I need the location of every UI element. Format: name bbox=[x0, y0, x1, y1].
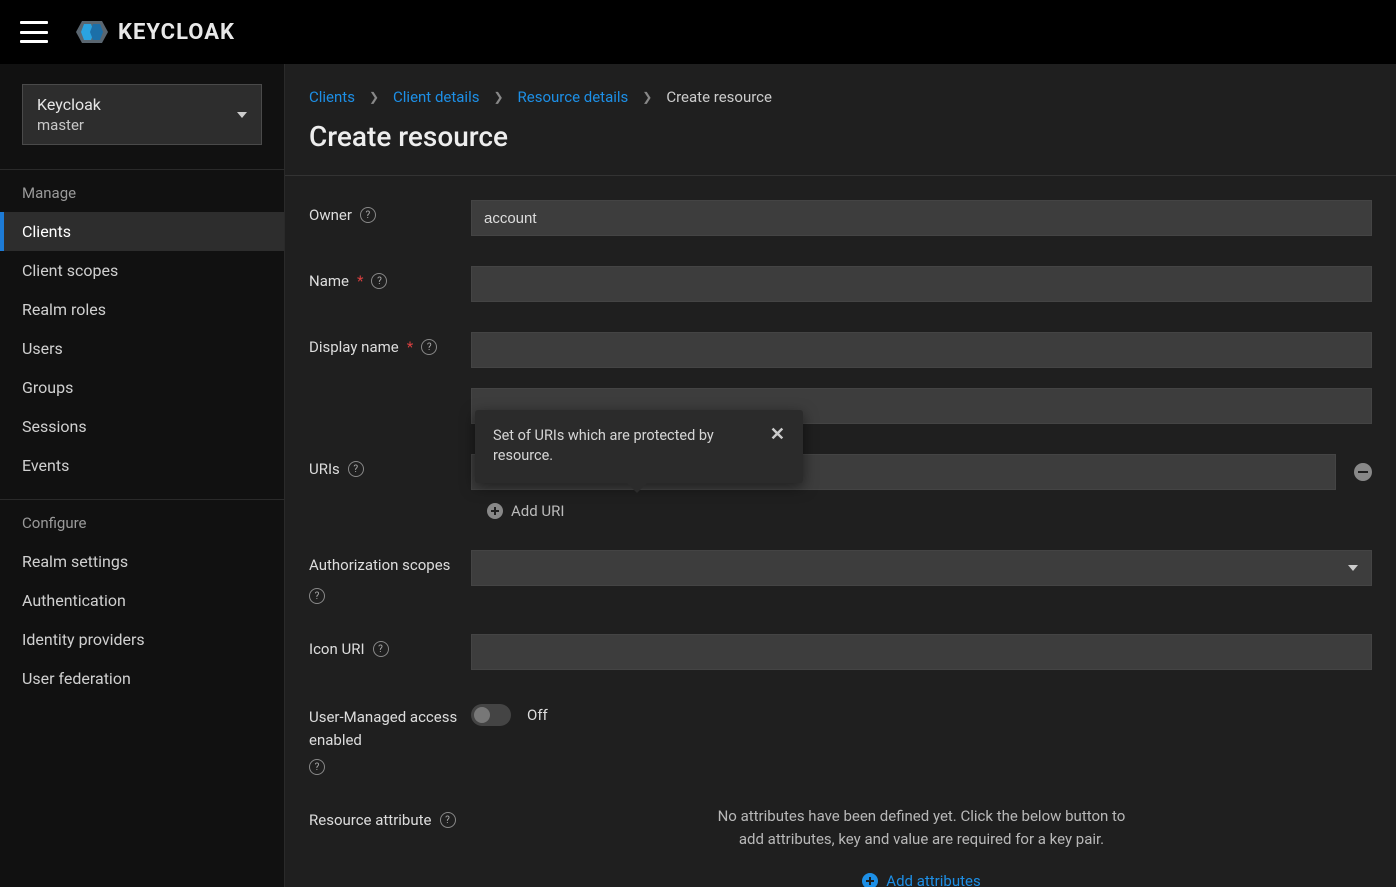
owner-input[interactable] bbox=[471, 200, 1372, 236]
breadcrumb-current: Create resource bbox=[666, 88, 772, 106]
create-resource-form: Owner ? Name * ? Display n bbox=[285, 176, 1396, 887]
help-icon[interactable]: ? bbox=[373, 641, 389, 657]
page-title: Create resource bbox=[285, 114, 1396, 175]
uma-toggle[interactable] bbox=[471, 704, 511, 726]
breadcrumb-resource-details[interactable]: Resource details bbox=[518, 88, 629, 106]
uris-help-tooltip: Set of URIs which are protected by resou… bbox=[475, 410, 803, 483]
display-name-label: Display name bbox=[309, 338, 399, 356]
name-label: Name bbox=[309, 272, 349, 290]
remove-uri-button[interactable] bbox=[1354, 463, 1372, 481]
plus-circle-icon bbox=[487, 503, 503, 519]
owner-label: Owner bbox=[309, 206, 352, 224]
sidebar-item-identity-providers[interactable]: Identity providers bbox=[0, 620, 284, 659]
chevron-right-icon: ❯ bbox=[369, 90, 379, 104]
brand-logo[interactable]: KEYCLOAK bbox=[72, 17, 235, 47]
help-icon[interactable]: ? bbox=[309, 759, 325, 775]
auth-scopes-select[interactable] bbox=[471, 550, 1372, 586]
help-icon[interactable]: ? bbox=[348, 461, 364, 477]
sidebar-item-realm-settings[interactable]: Realm settings bbox=[0, 542, 284, 581]
sidebar-item-events[interactable]: Events bbox=[0, 446, 284, 485]
realm-selector-subtitle: master bbox=[37, 116, 101, 134]
header: KEYCLOAK bbox=[0, 0, 1396, 64]
sidebar-item-client-scopes[interactable]: Client scopes bbox=[0, 251, 284, 290]
tooltip-text: Set of URIs which are protected by resou… bbox=[493, 426, 756, 467]
hamburger-menu-icon[interactable] bbox=[20, 21, 48, 43]
sidebar-section-configure: Configure bbox=[0, 500, 284, 542]
uma-label: User-Managed access enabled bbox=[309, 706, 471, 751]
chevron-right-icon: ❯ bbox=[493, 90, 503, 104]
uma-toggle-label: Off bbox=[527, 706, 548, 724]
main-content: Clients ❯ Client details ❯ Resource deta… bbox=[285, 64, 1396, 887]
resource-attr-label: Resource attribute bbox=[309, 811, 432, 829]
brand-name: KEYCLOAK bbox=[118, 20, 235, 45]
sidebar-item-users[interactable]: Users bbox=[0, 329, 284, 368]
realm-selector-title: Keycloak bbox=[37, 95, 101, 114]
sidebar-item-user-federation[interactable]: User federation bbox=[0, 659, 284, 698]
sidebar-section-manage: Manage bbox=[0, 170, 284, 212]
uris-label: URIs bbox=[309, 460, 340, 478]
keycloak-logo-icon bbox=[72, 17, 112, 47]
required-indicator: * bbox=[357, 272, 363, 290]
sidebar-item-groups[interactable]: Groups bbox=[0, 368, 284, 407]
name-input[interactable] bbox=[471, 266, 1372, 302]
sidebar-item-authentication[interactable]: Authentication bbox=[0, 581, 284, 620]
help-icon[interactable]: ? bbox=[371, 273, 387, 289]
resource-attr-empty: No attributes have been defined yet. Cli… bbox=[712, 805, 1132, 850]
breadcrumb-client-details[interactable]: Client details bbox=[393, 88, 479, 106]
icon-uri-label: Icon URI bbox=[309, 640, 365, 658]
required-indicator: * bbox=[407, 338, 413, 356]
add-uri-button[interactable]: Add URI bbox=[487, 502, 1372, 520]
icon-uri-input[interactable] bbox=[471, 634, 1372, 670]
close-icon[interactable]: ✕ bbox=[770, 426, 785, 444]
sidebar-item-sessions[interactable]: Sessions bbox=[0, 407, 284, 446]
plus-circle-icon bbox=[862, 873, 878, 887]
sidebar-item-clients[interactable]: Clients bbox=[0, 212, 284, 251]
realm-selector[interactable]: Keycloak master bbox=[22, 84, 262, 145]
chevron-right-icon: ❯ bbox=[642, 90, 652, 104]
help-icon[interactable]: ? bbox=[421, 339, 437, 355]
auth-scopes-label: Authorization scopes bbox=[309, 556, 450, 574]
help-icon[interactable]: ? bbox=[360, 207, 376, 223]
sidebar: Keycloak master Manage Clients Client sc… bbox=[0, 64, 285, 887]
sidebar-item-realm-roles[interactable]: Realm roles bbox=[0, 290, 284, 329]
breadcrumb-clients[interactable]: Clients bbox=[309, 88, 355, 106]
breadcrumb: Clients ❯ Client details ❯ Resource deta… bbox=[285, 64, 1396, 114]
display-name-input[interactable] bbox=[471, 332, 1372, 368]
help-icon[interactable]: ? bbox=[440, 812, 456, 828]
chevron-down-icon bbox=[237, 112, 247, 118]
add-attributes-button[interactable]: Add attributes bbox=[471, 872, 1372, 887]
help-icon[interactable]: ? bbox=[309, 588, 325, 604]
